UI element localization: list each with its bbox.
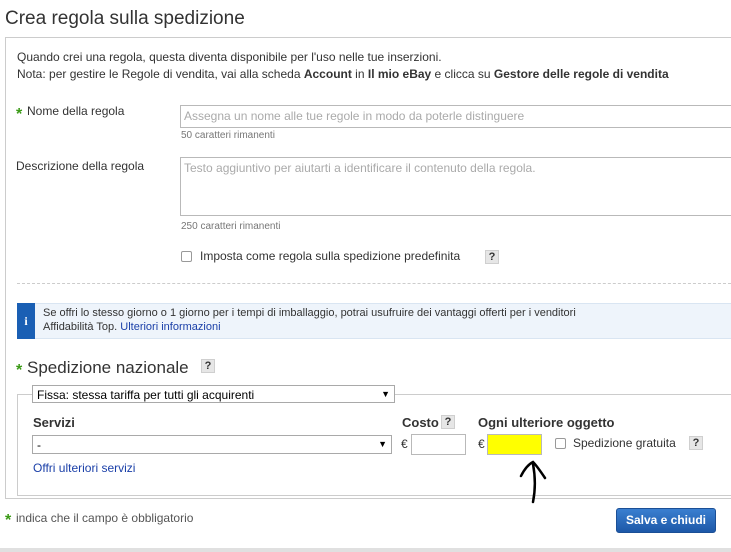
free-shipping-label: Spedizione gratuita bbox=[573, 436, 676, 450]
currency-symbol: € bbox=[478, 437, 485, 451]
help-icon[interactable]: ? bbox=[441, 415, 455, 429]
more-services-link[interactable]: Offri ulteriori servizi bbox=[33, 461, 135, 475]
cost-header: Costo bbox=[402, 415, 439, 430]
info-text-line2: Affidabilità Top. Ulteriori informazioni bbox=[43, 321, 221, 333]
info-icon: i bbox=[17, 303, 35, 339]
additional-item-header: Ogni ulteriore oggetto bbox=[478, 415, 615, 430]
additional-item-cost-input[interactable] bbox=[487, 434, 542, 455]
required-note: indica che il campo è obbligatorio bbox=[16, 511, 194, 525]
page-title: Crea regola sulla spedizione bbox=[5, 8, 245, 29]
help-icon[interactable]: ? bbox=[485, 250, 499, 264]
help-icon[interactable]: ? bbox=[689, 436, 703, 450]
annotation-arrow-icon bbox=[519, 460, 547, 504]
rules-manager-ref: Gestore delle regole di vendita bbox=[493, 67, 669, 81]
cost-input[interactable] bbox=[411, 434, 466, 455]
intro-text: Quando crei una regola, questa diventa d… bbox=[17, 50, 442, 64]
bottom-bar bbox=[0, 548, 731, 552]
my-ebay-ref: Il mio eBay bbox=[367, 67, 432, 81]
default-rule-checkbox[interactable] bbox=[181, 251, 192, 262]
more-info-link[interactable]: Ulteriori informazioni bbox=[120, 321, 220, 333]
rule-name-input[interactable]: Assegna un nome alle tue regole in modo … bbox=[180, 105, 731, 128]
services-header: Servizi bbox=[33, 415, 75, 430]
shipping-type-value: Fissa: stessa tariffa per tutti gli acqu… bbox=[37, 388, 255, 402]
info-text-line1: Se offri lo stesso giorno o 1 giorno per… bbox=[43, 307, 576, 319]
service-select-value: - bbox=[37, 438, 41, 452]
intro-note: Nota: per gestire le Regole di vendita, … bbox=[17, 67, 669, 81]
rule-description-textarea[interactable]: Testo aggiuntivo per aiutarti a identifi… bbox=[180, 157, 731, 216]
divider bbox=[17, 283, 731, 284]
required-asterisk-icon: * bbox=[5, 512, 12, 529]
default-rule-label: Imposta come regola sulla spedizione pre… bbox=[200, 249, 461, 263]
domestic-shipping-title: Spedizione nazionale bbox=[27, 358, 189, 377]
description-label: Descrizione della regola bbox=[16, 159, 145, 173]
dropdown-arrow-icon: ▼ bbox=[378, 439, 387, 449]
shipping-type-select[interactable]: Fissa: stessa tariffa per tutti gli acqu… bbox=[32, 385, 395, 403]
required-asterisk-icon: * bbox=[16, 362, 23, 379]
name-char-count: 50 caratteri rimanenti bbox=[181, 130, 275, 141]
free-shipping-checkbox[interactable] bbox=[555, 438, 566, 449]
required-asterisk-icon: * bbox=[16, 106, 23, 123]
name-label: Nome della regola bbox=[27, 104, 125, 118]
help-icon[interactable]: ? bbox=[201, 359, 215, 373]
save-and-close-button[interactable]: Salva e chiudi bbox=[616, 508, 716, 533]
dropdown-arrow-icon: ▼ bbox=[381, 389, 390, 399]
service-select[interactable]: - ▼ bbox=[32, 435, 392, 454]
account-tab-ref: Account bbox=[303, 67, 352, 81]
currency-symbol: € bbox=[401, 437, 408, 451]
description-char-count: 250 caratteri rimanenti bbox=[181, 221, 281, 232]
